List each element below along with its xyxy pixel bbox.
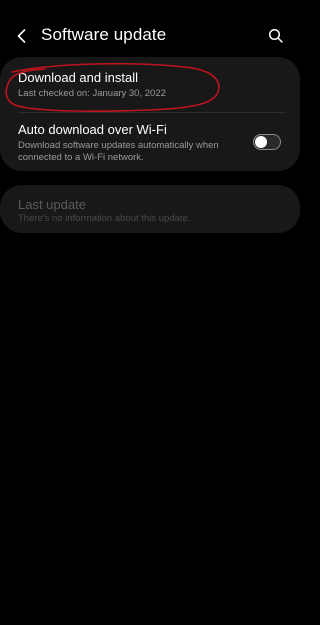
auto-download-description-line-1: Download software updates automatically … [18, 140, 219, 151]
search-icon [268, 28, 283, 43]
toggle-thumb [255, 136, 267, 148]
update-settings-card: Download and install Last checked on: Ja… [0, 57, 300, 171]
last-update-info: There's no information about this update… [18, 213, 191, 224]
download-and-install-title: Download and install [18, 70, 138, 85]
last-checked-text: Last checked on: January 30, 2022 [18, 88, 166, 99]
last-update-card: Last update There's no information about… [0, 185, 300, 233]
back-button[interactable] [10, 24, 34, 48]
search-button[interactable] [264, 24, 288, 48]
auto-download-toggle[interactable] [253, 134, 281, 150]
download-and-install-item[interactable]: Download and install Last checked on: Ja… [0, 57, 300, 112]
auto-download-description-line-2: connected to a Wi-Fi network. [18, 152, 144, 163]
last-update-title: Last update [18, 197, 86, 212]
page-title: Software update [41, 25, 167, 44]
chevron-left-icon [17, 29, 26, 43]
auto-download-title: Auto download over Wi-Fi [18, 122, 167, 137]
